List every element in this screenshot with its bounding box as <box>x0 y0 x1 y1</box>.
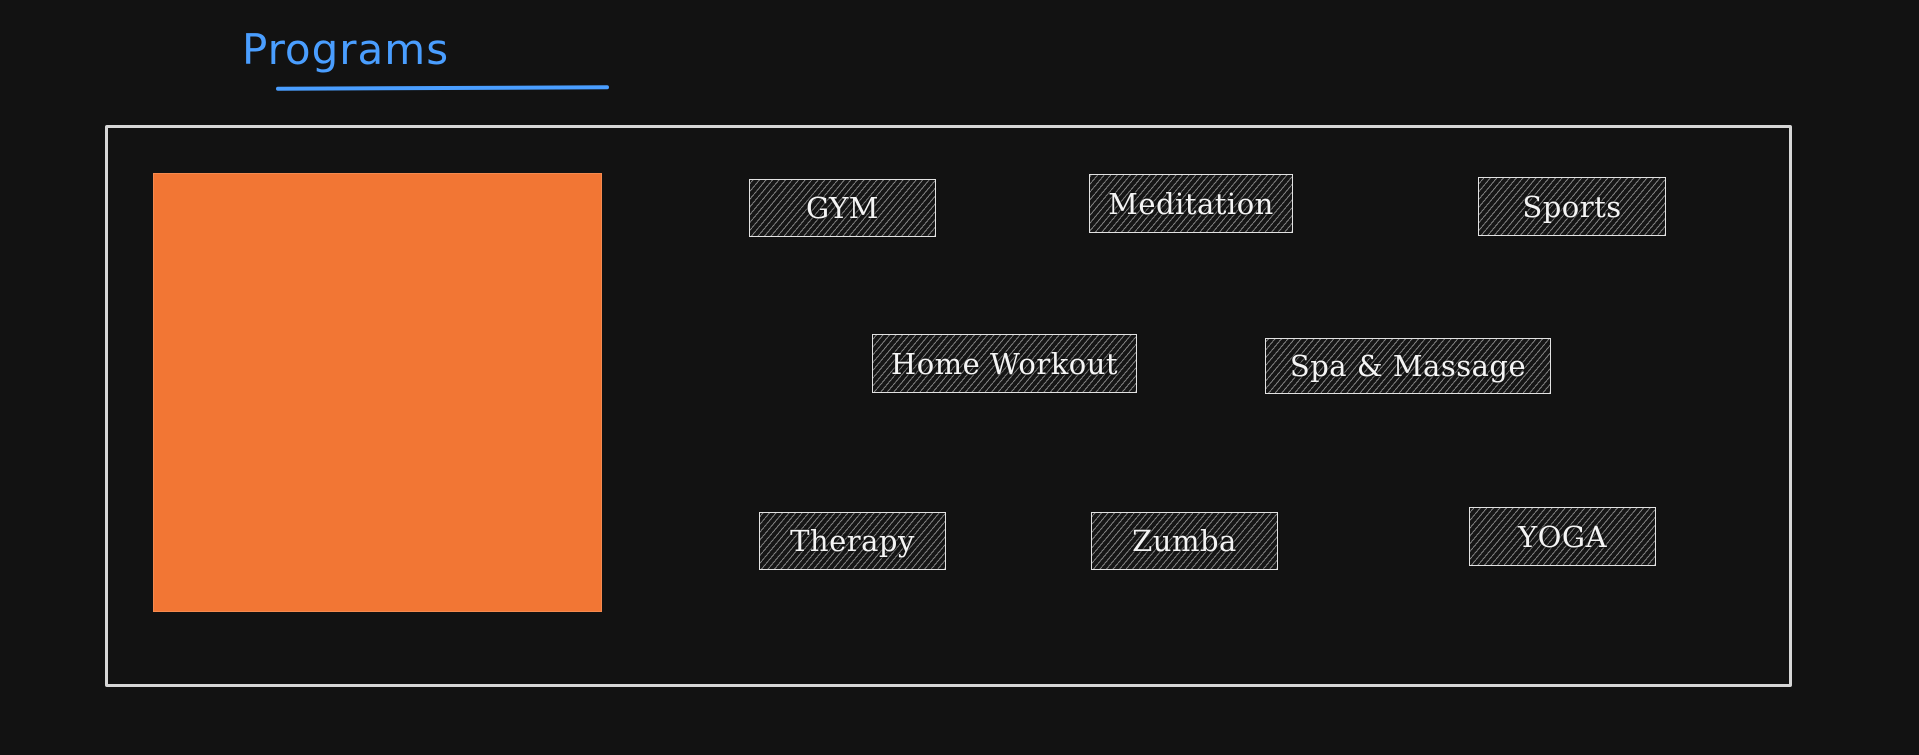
program-tag-spa-massage[interactable]: Spa & Massage <box>1265 338 1551 394</box>
program-tag-yoga[interactable]: YOGA <box>1469 507 1656 566</box>
program-tag-home-workout[interactable]: Home Workout <box>872 334 1137 393</box>
program-tag-gym[interactable]: GYM <box>749 179 936 237</box>
program-tag-label: Spa & Massage <box>1289 349 1527 383</box>
program-tag-zumba[interactable]: Zumba <box>1091 512 1278 570</box>
title-underline <box>275 85 610 91</box>
program-tag-label: GYM <box>806 191 879 225</box>
program-tag-label: Meditation <box>1108 186 1274 221</box>
program-tag-label: Home Workout <box>890 346 1119 381</box>
program-tag-label: Therapy <box>790 524 915 558</box>
program-image-placeholder <box>153 173 602 612</box>
program-tag-label: Zumba <box>1132 524 1237 558</box>
program-tag-label: YOGA <box>1517 519 1608 554</box>
program-tag-meditation[interactable]: Meditation <box>1089 174 1293 233</box>
program-tag-therapy[interactable]: Therapy <box>759 512 946 570</box>
program-tag-sports[interactable]: Sports <box>1478 177 1666 236</box>
page-title: Programs <box>242 25 450 74</box>
program-tag-label: Sports <box>1522 189 1622 224</box>
